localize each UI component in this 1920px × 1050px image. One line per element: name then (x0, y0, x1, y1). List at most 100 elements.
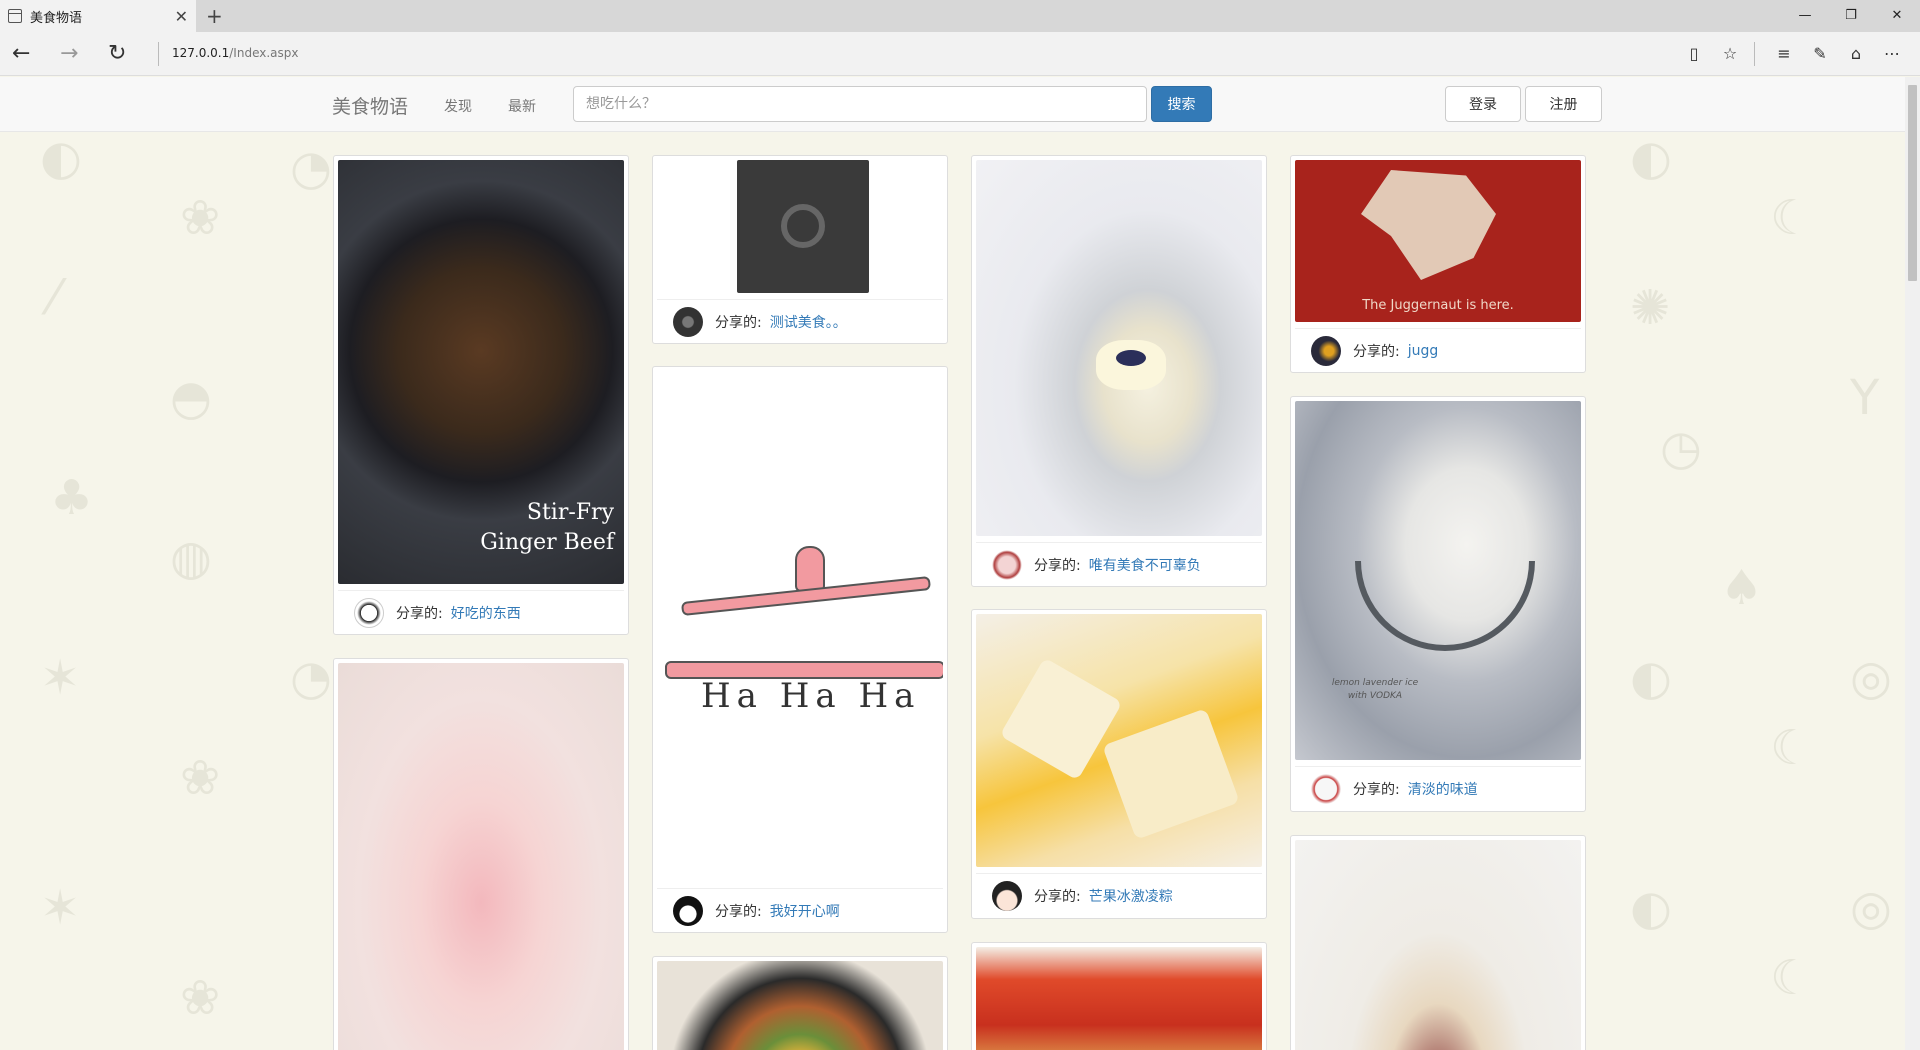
back-arrow-icon[interactable]: ← (12, 42, 30, 66)
avatar[interactable] (673, 306, 703, 337)
post-image[interactable] (657, 961, 943, 1050)
post-title[interactable]: 测试美食。。 (770, 312, 847, 332)
more-icon[interactable]: ⋯ (1874, 42, 1910, 66)
avatar[interactable] (992, 549, 1022, 580)
post-card[interactable] (333, 658, 629, 1050)
browser-tools: ▯ ☆ ≡ ✎ ⌂ ⋯ (1676, 42, 1910, 66)
nav-discover[interactable]: 发现 (444, 96, 472, 116)
post-image[interactable] (976, 947, 1262, 1050)
image-caption: Stir-Fry Ginger Beef (480, 500, 614, 555)
post-image[interactable] (976, 160, 1262, 536)
pineapple-icon: ✶ (40, 650, 81, 706)
browser-tab[interactable]: 美食物语 ✕ (0, 0, 196, 32)
post-image[interactable] (657, 160, 943, 293)
restore-button[interactable]: ❐ (1828, 0, 1874, 32)
post-title[interactable]: 清淡的味道 (1408, 779, 1478, 799)
post-image[interactable] (338, 663, 624, 1050)
chicken-icon: ◓ (170, 370, 212, 426)
browser-tabbar: 美食物语 ✕ + — ❐ ✕ (0, 0, 1920, 32)
post-meta: 分享的: 测试美食。。 (657, 299, 943, 343)
post-title[interactable]: 唯有美食不可辜负 (1089, 555, 1201, 575)
close-tab-icon[interactable]: ✕ (175, 7, 188, 26)
watermelon-icon: ◐ (40, 130, 82, 186)
post-title[interactable]: jugg (1408, 343, 1439, 359)
pineapple-icon: ✶ (40, 880, 81, 936)
watermelon-icon: ◐ (1630, 130, 1672, 186)
avatar[interactable] (673, 895, 703, 926)
forward-arrow-icon[interactable]: → (60, 42, 78, 66)
banana-icon: ☾ (1770, 950, 1814, 1006)
post-card[interactable]: Ha Ha Ha 分享的: 我好开心啊 (652, 366, 948, 933)
login-button[interactable]: 登录 (1445, 86, 1521, 122)
reading-view-icon[interactable]: ▯ (1676, 42, 1712, 66)
post-card[interactable] (652, 956, 948, 1050)
post-image[interactable]: Ha Ha Ha (657, 371, 943, 882)
image-caption: lemon lavender ice with VODKA (1331, 678, 1419, 701)
post-image[interactable]: lemon lavender ice with VODKA (1295, 401, 1581, 760)
avatar[interactable] (1311, 335, 1341, 366)
melon-icon: ◔ (290, 140, 332, 196)
cherry-icon: ♣ (50, 470, 94, 526)
post-image[interactable]: Stir-Fry Ginger Beef (338, 160, 624, 584)
shared-label: 分享的: (715, 314, 762, 331)
post-card[interactable]: lemon lavender ice with VODKA 分享的: 清淡的味道 (1290, 396, 1586, 812)
search-button[interactable]: 搜索 (1151, 86, 1212, 122)
rice-dumpling (1102, 708, 1240, 840)
new-tab-button[interactable]: + (206, 4, 223, 28)
register-button[interactable]: 注册 (1525, 86, 1602, 122)
post-card[interactable]: 分享的: 测试美食。。 (652, 155, 948, 344)
post-card[interactable]: 分享的: 芒果冰激凌粽 (971, 609, 1267, 919)
avatar[interactable] (1311, 773, 1341, 804)
shared-label: 分享的: (1034, 888, 1081, 905)
nav-latest[interactable]: 最新 (508, 96, 536, 116)
watermelon-icon: ◐ (1630, 880, 1672, 936)
banana-icon: ☾ (1770, 190, 1814, 246)
web-note-icon[interactable]: ✎ (1802, 42, 1838, 66)
favorite-star-icon[interactable]: ☆ (1712, 42, 1748, 66)
image-caption: Ha Ha Ha (701, 676, 921, 716)
shared-label: 分享的: (715, 903, 762, 920)
post-meta: 分享的: 清淡的味道 (1295, 766, 1581, 810)
page-icon (8, 9, 22, 23)
melon-icon: ✺ (1630, 280, 1671, 336)
glass-cup (1355, 561, 1535, 651)
clock-icon: ◷ (1660, 420, 1702, 476)
hub-icon[interactable]: ≡ (1766, 42, 1802, 66)
window-controls: — ❐ ✕ (1782, 0, 1920, 32)
minimize-button[interactable]: — (1782, 0, 1828, 32)
page-scrollbar[interactable] (1905, 77, 1920, 1050)
avatar[interactable] (992, 880, 1022, 911)
post-card[interactable] (971, 942, 1267, 1050)
post-card[interactable]: The Juggernaut is here. 分享的: jugg (1290, 155, 1586, 373)
post-image[interactable]: The Juggernaut is here. (1295, 160, 1581, 322)
rice-dumpling (999, 657, 1123, 781)
share-icon[interactable]: ⌂ (1838, 42, 1874, 66)
site-navbar: 美食物语 发现 最新 搜索 登录 注册 (0, 77, 1905, 132)
grape-icon: ❀ (180, 750, 221, 806)
address-bar[interactable]: 127.0.0.1/Index.aspx (172, 46, 298, 60)
post-title[interactable]: 我好开心啊 (770, 901, 840, 921)
url-path: /Index.aspx (229, 46, 299, 60)
post-card[interactable]: Stir-Fry Ginger Beef 分享的: 好吃的东西 (333, 155, 629, 635)
scrollbar-thumb[interactable] (1908, 85, 1917, 281)
post-image[interactable] (1295, 840, 1581, 1050)
melon-icon: ◔ (290, 650, 332, 706)
close-window-button[interactable]: ✕ (1874, 0, 1920, 32)
grape-icon: ❀ (180, 970, 221, 1026)
refresh-icon[interactable]: ↻ (108, 42, 126, 66)
brand-logo[interactable]: 美食物语 (332, 92, 408, 119)
post-title[interactable]: 好吃的东西 (451, 603, 521, 623)
post-card[interactable] (1290, 835, 1586, 1050)
browser-toolbar: ← → ↻ 127.0.0.1/Index.aspx ▯ ☆ ≡ ✎ ⌂ ⋯ (0, 32, 1920, 76)
broken-image-placeholder (737, 160, 869, 293)
image-caption: The Juggernaut is here. (1362, 298, 1514, 313)
post-title[interactable]: 芒果冰激凌粽 (1089, 886, 1173, 906)
chrome-icon (781, 204, 825, 248)
search-input[interactable] (573, 86, 1147, 122)
juggernaut-mask (1361, 170, 1496, 280)
post-card[interactable]: 分享的: 唯有美食不可辜负 (971, 155, 1267, 587)
post-meta: 分享的: jugg (1295, 328, 1581, 372)
post-image[interactable] (976, 614, 1262, 867)
avatar[interactable] (354, 597, 384, 628)
grape-icon: ❀ (180, 190, 221, 246)
